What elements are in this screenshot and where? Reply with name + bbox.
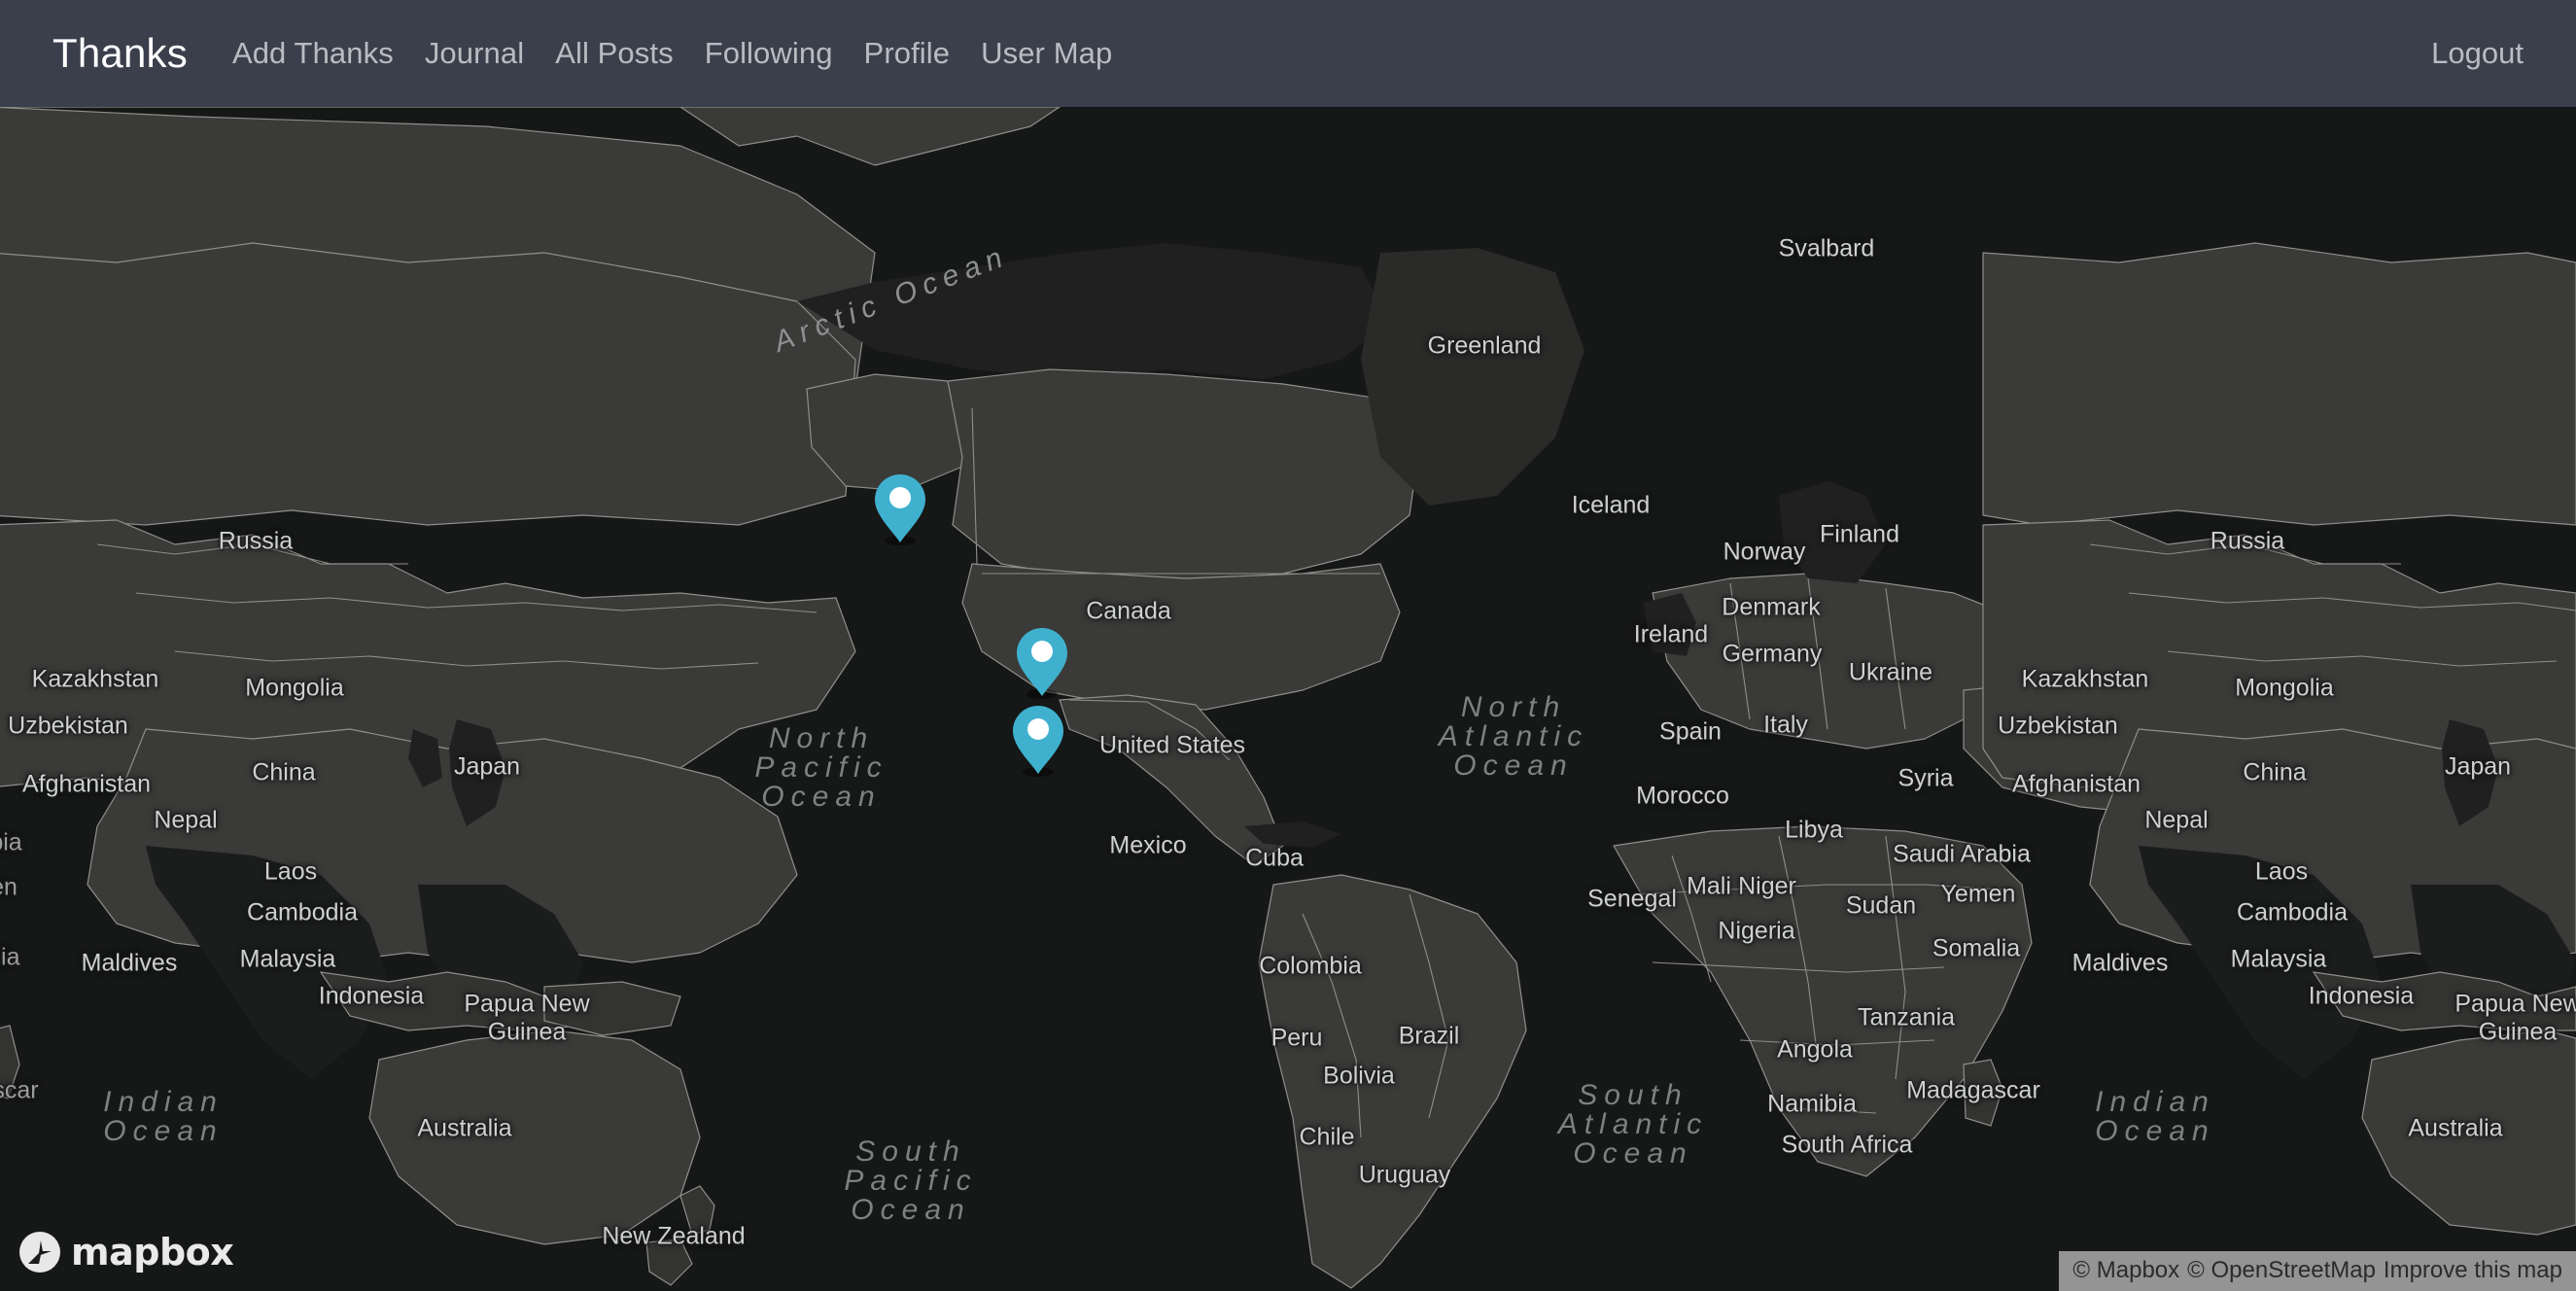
marker-pacific-northwest[interactable] xyxy=(1015,626,1069,700)
brand-logo-link[interactable]: Thanks xyxy=(52,30,188,77)
attribution-mapbox-link[interactable]: © Mapbox xyxy=(2072,1257,2179,1284)
map-attribution: © Mapbox © OpenStreetMap Improve this ma… xyxy=(2059,1251,2576,1291)
nav-link-add-thanks[interactable]: Add Thanks xyxy=(232,36,394,71)
mapbox-logo-icon xyxy=(19,1232,60,1273)
nav-link-all-posts[interactable]: All Posts xyxy=(555,36,674,71)
map-basemap: .land { fill:#3a3a38; stroke:#8e8e8a; st… xyxy=(0,107,2576,1291)
nav-link-journal[interactable]: Journal xyxy=(425,36,524,71)
logout-button[interactable]: Logout xyxy=(2431,36,2524,70)
nav-link-following[interactable]: Following xyxy=(705,36,833,71)
mapbox-logo-text: mapbox xyxy=(71,1231,234,1274)
top-navbar: Thanks Add Thanks Journal All Posts Foll… xyxy=(0,0,2576,107)
attribution-improve-link[interactable]: Improve this map xyxy=(2384,1257,2562,1284)
user-map[interactable]: .land { fill:#3a3a38; stroke:#8e8e8a; st… xyxy=(0,107,2576,1291)
marker-california[interactable] xyxy=(1011,704,1065,778)
nav-links-group: Add Thanks Journal All Posts Following P… xyxy=(232,36,1112,71)
nav-link-profile[interactable]: Profile xyxy=(864,36,951,71)
attribution-osm-link[interactable]: © OpenStreetMap xyxy=(2187,1257,2376,1284)
logout-group: Logout xyxy=(2431,36,2524,71)
marker-alaska[interactable] xyxy=(873,472,927,546)
nav-link-user-map[interactable]: User Map xyxy=(981,36,1112,71)
mapbox-logo-link[interactable]: mapbox xyxy=(19,1231,234,1274)
